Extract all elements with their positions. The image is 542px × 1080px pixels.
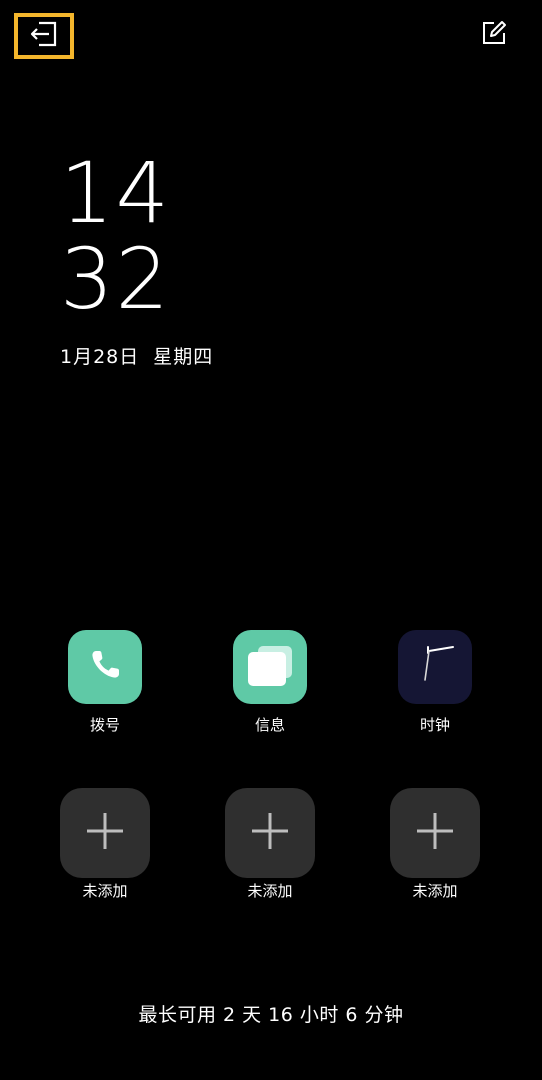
add-slot-label: 未添加	[412, 882, 458, 900]
add-slot-box	[60, 788, 150, 878]
add-slot-label: 未添加	[82, 882, 128, 900]
add-slot-box	[390, 788, 480, 878]
add-slot-2[interactable]: 未添加	[215, 788, 325, 901]
app-dialer[interactable]: 拨号	[50, 630, 160, 735]
app-messages[interactable]: 信息	[215, 630, 325, 735]
exit-icon	[29, 21, 59, 51]
plus-icon	[250, 811, 290, 855]
app-icon-messages	[233, 630, 307, 704]
exit-button[interactable]	[14, 13, 74, 59]
message-icon	[242, 640, 298, 694]
plus-icon	[415, 811, 455, 855]
super-power-saving-screen: 14 32 1月28日 星期四 拨号 信息 时钟 未添加 未添加 未添加 最长可…	[0, 0, 542, 1080]
date-weekday: 星期四	[153, 346, 214, 368]
date-display: 1月28日 星期四	[60, 342, 213, 369]
app-icon-dialer	[68, 630, 142, 704]
clock-icon	[405, 635, 465, 699]
phone-icon	[85, 645, 125, 689]
plus-icon	[85, 811, 125, 855]
clock-minute: 32	[60, 230, 171, 328]
app-label-dialer: 拨号	[89, 716, 120, 734]
edit-icon	[481, 20, 507, 50]
clock-display: 14 32	[60, 150, 171, 322]
app-label-clock: 时钟	[419, 716, 450, 734]
clock-hour: 14	[60, 144, 171, 242]
add-slot-box	[225, 788, 315, 878]
add-slot-label: 未添加	[247, 882, 293, 900]
app-clock[interactable]: 时钟	[380, 630, 490, 735]
add-slot-1[interactable]: 未添加	[50, 788, 160, 901]
date-day: 1月28日	[60, 346, 140, 368]
edit-button[interactable]	[474, 13, 514, 57]
battery-remaining-text: 最长可用 2 天 16 小时 6 分钟	[138, 1004, 404, 1026]
app-icon-clock	[398, 630, 472, 704]
app-label-messages: 信息	[254, 716, 285, 734]
add-slot-3[interactable]: 未添加	[380, 788, 490, 901]
